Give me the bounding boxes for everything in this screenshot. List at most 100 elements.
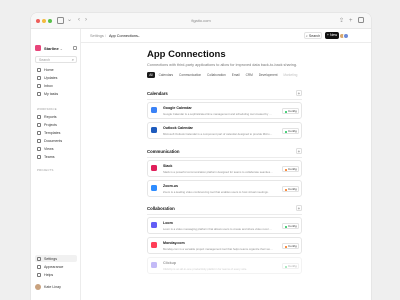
views-icon [37,146,41,151]
page-title: App Connections [147,49,226,60]
config-button[interactable]: Config [282,108,299,114]
sidebar-item-home[interactable]: Home [35,66,77,73]
add-calendars-button[interactable]: + [296,90,302,96]
sidebar-item-views[interactable]: Views [35,145,77,152]
status-dot [284,189,287,191]
sidebar-item-documents[interactable]: Documents [35,137,77,144]
sidebar-item-updates[interactable]: Updates [35,74,77,81]
config-button[interactable]: Config [282,166,299,172]
page-subtitle: Connections with third-party application… [147,63,298,67]
add-collaboration-button[interactable]: + [296,205,302,211]
templates-icon [37,130,41,135]
updates-icon [37,75,41,80]
tasks-icon [37,91,41,96]
breadcrumb-current[interactable]: App Connections [109,33,138,39]
config-button[interactable]: Config [282,128,299,134]
app-card-monday[interactable]: Monday.com Monday.com is a versatile pro… [147,237,302,254]
tab-calendars[interactable]: Calendars [156,72,175,78]
sidebar-item-label: Documents [44,138,63,143]
config-label: Config [288,129,297,133]
app-card-clickup[interactable]: Clickup ClickUp is an all-in-one product… [147,257,302,274]
group-title-communication: Communication [147,149,180,154]
user-name: Kate Linay [44,285,61,289]
app-description: Zoom is a leading video conferencing too… [163,189,269,194]
app-name: Google Calendar [163,106,192,110]
app-name: Slack [163,164,173,168]
share-icon[interactable]: ⇪ [339,17,344,25]
search-button[interactable]: ⌕ Search [304,32,322,39]
tab-email[interactable]: Email [230,72,242,78]
app-name: Outlook Calendar [163,126,193,130]
status-dot [284,266,287,268]
config-label: Config [288,244,297,248]
outlook-calendar-icon [151,127,157,133]
sidebar-item-inbox[interactable]: Inbox [35,82,77,89]
sidebar-item-templates[interactable]: Templates [35,129,77,136]
chevron-down-icon[interactable]: ⌄ [67,16,72,24]
help-icon [37,272,41,277]
tab-development[interactable]: Development [257,72,280,78]
projects-section-label[interactable]: PROJECTS [37,168,54,172]
workspace-section-label[interactable]: WORKSPACE [37,107,57,111]
sidebar-item-my-tasks[interactable]: My tasks [35,90,77,97]
sidebar-item-label: Home [44,67,54,72]
collaborator-avatars[interactable] [339,32,351,39]
sidebar-item-reports[interactable]: Reports [35,113,77,120]
tab-collaboration[interactable]: Collaboration [205,72,228,78]
app-card-slack[interactable]: Slack Slack is a powerful communication … [147,160,302,177]
collapse-sidebar-icon[interactable] [73,46,77,50]
sidebar-item-teams[interactable]: Teams [35,153,77,160]
user-profile[interactable]: Kate Linay [35,283,61,291]
app-card-outlook-calendar[interactable]: Outlook Calendar Microsoft Outlook Calen… [147,122,302,139]
add-communication-button[interactable]: + [296,148,302,154]
app-card-zoom[interactable]: Zoom.us Zoom is a leading video conferen… [147,180,302,197]
new-button[interactable]: + New [325,32,339,39]
address-bar[interactable]: figaito.com [156,17,246,25]
tab-marketing[interactable]: Marketing [281,72,299,78]
sidebar-item-label: Helps [44,272,54,277]
tab-crm[interactable]: CRM [243,72,255,78]
divider [147,214,302,215]
tab-communication[interactable]: Communication [177,72,204,78]
workspace-name: Starline [44,45,59,51]
projects-icon [37,122,41,127]
maximize-window-button[interactable] [48,19,52,23]
config-button[interactable]: Config [282,223,299,229]
loom-icon [151,222,157,228]
sidebar-toggle-icon[interactable] [57,17,64,24]
tab-all[interactable]: All [147,72,155,78]
config-label: Config [288,224,297,228]
tabs-overview-icon[interactable] [358,17,364,23]
group-title-collaboration: Collaboration [147,206,175,211]
config-button[interactable]: Config [282,263,299,269]
minimize-window-button[interactable] [42,19,46,23]
sidebar-item-projects[interactable]: Projects [35,121,77,128]
workspace-switcher[interactable]: Starline ⌄ [35,44,63,52]
new-tab-icon[interactable]: + [349,17,353,25]
breadcrumb-settings[interactable]: Settings [90,33,104,39]
sidebar-item-label: Inbox [44,83,53,88]
app-card-google-calendar[interactable]: Google Calendar Google Calendar is a sop… [147,102,302,119]
app-description: Google Calendar is a sophisticated time … [163,111,273,116]
config-button[interactable]: Config [282,186,299,192]
sidebar-search-input[interactable]: Search ⌕ [35,56,77,63]
zoom-icon [151,185,157,191]
forward-icon[interactable]: › [85,16,87,24]
app-name: Zoom.us [163,184,178,188]
config-button[interactable]: Config [282,243,299,249]
sidebar-item-appearance[interactable]: Appearance [35,263,77,270]
monday-icon [151,242,157,248]
chevron-down-icon[interactable]: ⌄ [137,33,140,39]
config-label: Config [288,167,297,171]
search-button-label: Search [308,34,321,38]
sidebar-item-helps[interactable]: Helps [35,271,77,278]
sidebar-item-label: Teams [44,154,55,159]
app-card-loom[interactable]: Loom Loom is a video messaging platform … [147,217,302,234]
chevron-down-icon: ⌄ [59,45,64,51]
close-window-button[interactable] [36,19,40,23]
back-icon[interactable]: ‹ [78,16,80,24]
status-dot [284,111,287,113]
divider [147,157,302,158]
sidebar-item-settings[interactable]: Settings [35,255,77,262]
documents-icon [37,138,41,143]
